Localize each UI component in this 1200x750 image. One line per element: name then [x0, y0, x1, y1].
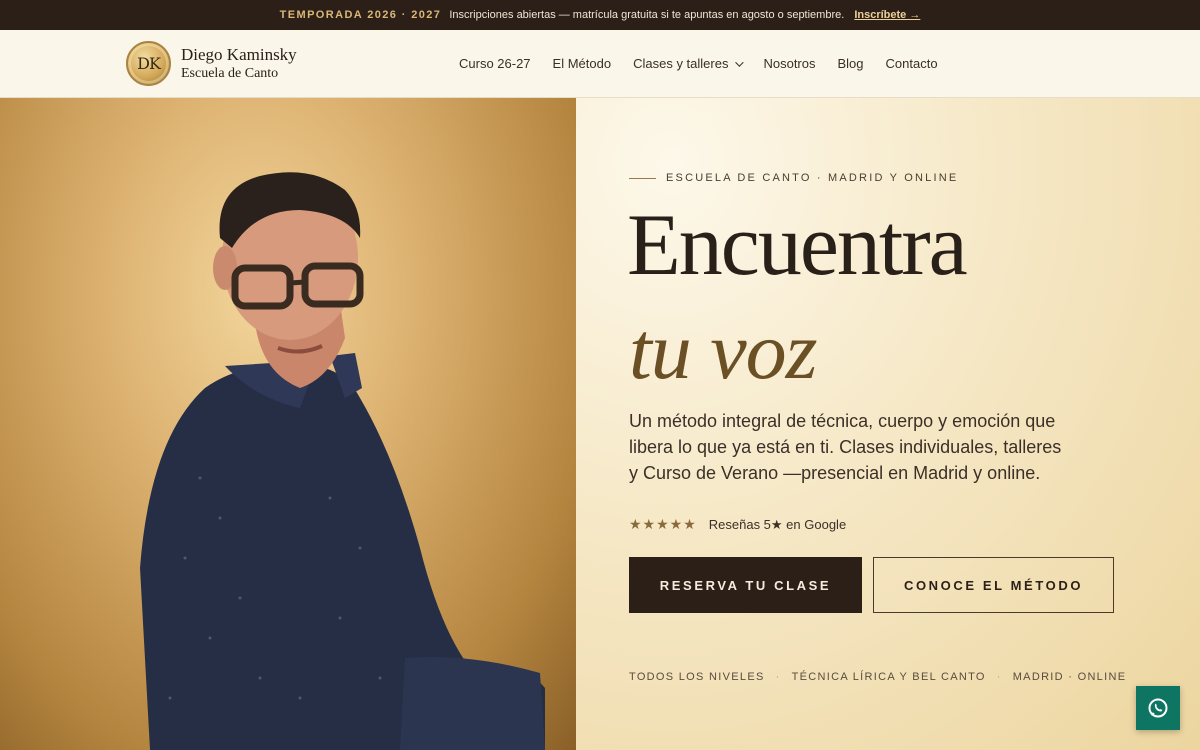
nav-item-nosotros[interactable]: Nosotros [763, 56, 815, 71]
nav-item-clases-label: Clases y talleres [633, 56, 729, 71]
tag-location: MADRID · ONLINE [1012, 671, 1127, 683]
hero-title-line2: tu voz [629, 305, 818, 396]
eyebrow-text: ESCUELA DE CANTO · MADRID Y ONLINE [666, 172, 959, 184]
brand-home-link[interactable]: DK Diego Kaminsky Escuela de Canto [126, 41, 297, 86]
nav-item-contacto[interactable]: Contacto [886, 56, 938, 71]
main-nav: Curso 26-27 El Método Clases y talleres … [459, 30, 938, 97]
site-header: DK Diego Kaminsky Escuela de Canto Curso… [0, 30, 1200, 98]
hero-title-line1: Encuentra [627, 197, 968, 294]
portrait-illustration [140, 172, 545, 750]
nav-item-blog[interactable]: Blog [838, 56, 864, 71]
reviews-text: Reseñas 5★ en Google [708, 516, 847, 532]
brand-name: Diego Kaminsky [181, 45, 297, 65]
hero-tags: TODOS LOS NIVELES · TÉCNICA LÍRICA Y BEL… [629, 671, 1126, 683]
tag-levels: TODOS LOS NIVELES [629, 671, 765, 683]
hero-portrait-photo [0, 98, 576, 750]
announcement-season: TEMPORADA 2026 · 2027 [279, 9, 442, 21]
hero-section: ESCUELA DE CANTO · MADRID Y ONLINE Encue… [576, 98, 1200, 750]
eyebrow-divider [629, 177, 656, 179]
hero-eyebrow: ESCUELA DE CANTO · MADRID Y ONLINE [629, 172, 958, 184]
nav-item-curso[interactable]: Curso 26-27 [459, 56, 531, 71]
brand-text: Diego Kaminsky Escuela de Canto [181, 44, 297, 83]
stars-icon: ★★★★★ [629, 516, 697, 532]
brand-subtitle: Escuela de Canto [181, 66, 279, 82]
whatsapp-icon [1148, 698, 1168, 718]
tag-separator: · [996, 671, 1002, 683]
brand-logo: DK [126, 41, 171, 86]
discover-method-button[interactable]: CONOCE EL MÉTODO [873, 557, 1114, 613]
chevron-down-icon [735, 57, 745, 67]
reviews-badge[interactable]: ★★★★★ Reseñas 5★ en Google [629, 516, 846, 533]
tag-technique: TÉCNICA LÍRICA Y BEL CANTO [791, 671, 986, 683]
nav-item-metodo[interactable]: El Método [553, 56, 612, 71]
tag-separator: · [775, 671, 781, 683]
announcement-signup-link[interactable]: Inscríbete → [854, 9, 920, 21]
reserve-class-button[interactable]: RESERVA TU CLASE [629, 557, 862, 613]
announcement-bar: TEMPORADA 2026 · 2027 Inscripciones abie… [0, 0, 1200, 30]
whatsapp-button[interactable] [1136, 686, 1180, 730]
announcement-message: Inscripciones abiertas — matrícula gratu… [449, 9, 845, 21]
nav-item-clases-talleres[interactable]: Clases y talleres [633, 56, 745, 71]
hero-lead: Un método integral de técnica, cuerpo y … [629, 411, 1062, 483]
